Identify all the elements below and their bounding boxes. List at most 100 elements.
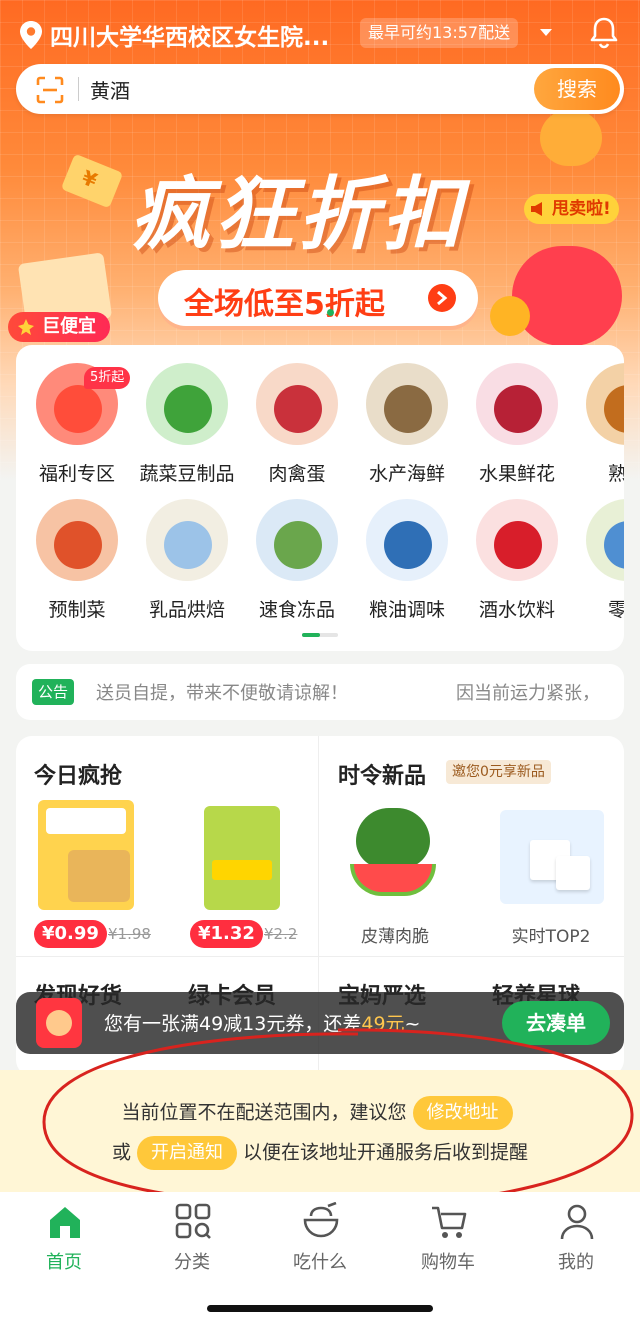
big-deal-tag[interactable]: 巨便宜 [8, 312, 110, 342]
category-item[interactable]: 酒水饮料 [462, 499, 572, 621]
search-button[interactable]: 搜索 [534, 68, 620, 110]
announcement-text-continued: 因当前运力紧张， [456, 683, 600, 704]
banner-pill-label: 全场低至5折起 [184, 287, 385, 322]
promo-chip-free-trial[interactable]: 邀您0元享新品 [446, 760, 551, 784]
product-image-watermelon[interactable] [346, 808, 438, 900]
product-image-tofu[interactable] [500, 810, 604, 904]
out-of-range-or: 或 [111, 1141, 131, 1164]
caret-down-icon[interactable] [540, 29, 552, 36]
category-label: 蔬菜豆制品 [139, 463, 235, 485]
category-image [476, 363, 558, 445]
megaphone-decoration [512, 246, 622, 346]
category-image [256, 499, 338, 581]
tab-item[interactable]: 首页 [0, 1202, 128, 1278]
price-tag: ¥1.32 [190, 920, 263, 948]
tab-label: 分类 [174, 1252, 210, 1273]
profile-icon [560, 1204, 594, 1240]
promo-title-seasonal[interactable]: 时令新品 [338, 758, 426, 790]
product-image-snack-pack[interactable] [204, 806, 280, 910]
banner-cta-pill[interactable]: 全场低至5折起 [158, 270, 478, 326]
category-label: 水果鲜花 [478, 463, 555, 485]
category-image [476, 499, 558, 581]
search-bar: 搜索 [16, 64, 624, 114]
tab-label: 首页 [46, 1252, 82, 1273]
category-item[interactable]: 水产海鲜 [352, 363, 462, 485]
category-label: 酒水饮料 [478, 599, 555, 621]
announcement-bar[interactable]: 公告 送员自提，带来不便敬请谅解！ 因当前运力紧张， [16, 664, 624, 720]
category-label: 速食冻品 [258, 599, 335, 621]
category-item[interactable]: 乳品烘焙 [132, 499, 242, 621]
category-image [36, 499, 118, 581]
announcement-tag: 公告 [32, 679, 75, 705]
product-image-noodles[interactable] [38, 800, 134, 910]
category-image [366, 363, 448, 445]
out-of-range-line1: 当前位置不在配送范围内，建议您 修改地址 [0, 1096, 640, 1130]
original-price: ¥1.98 [108, 925, 151, 943]
category-image [366, 499, 448, 581]
coin-decoration [490, 296, 530, 336]
category-label: 乳品烘焙 [148, 599, 225, 621]
delivery-address[interactable]: 四川大学华西校区女生院... [50, 18, 350, 52]
tab-label: 我的 [558, 1252, 594, 1273]
megaphone-icon [531, 202, 542, 216]
tab-label: 购物车 [421, 1252, 475, 1273]
coupon-amount: 49元 [361, 1013, 405, 1035]
category-item[interactable]: 5折起福利专区 [22, 363, 132, 485]
tab-item[interactable]: 购物车 [384, 1202, 512, 1278]
category-label: 肉禽蛋 [268, 463, 326, 485]
tab-item[interactable]: 吃什么 [256, 1202, 384, 1278]
coupon-icon [36, 998, 82, 1048]
scan-icon[interactable] [36, 76, 64, 104]
category-item[interactable]: 粮油调味 [352, 499, 462, 621]
tab-label: 吃什么 [293, 1252, 347, 1273]
category-image [146, 363, 228, 445]
big-deal-label: 巨便宜 [42, 316, 96, 337]
location-pin-icon [20, 21, 42, 49]
category-item[interactable]: 肉禽蛋 [242, 363, 352, 485]
category-page-indicator-active [302, 633, 320, 637]
search-input[interactable] [90, 72, 510, 106]
add-items-button[interactable]: 去凑单 [502, 1001, 610, 1045]
category-item[interactable]: 速食冻品 [242, 499, 352, 621]
category-item[interactable]: 蔬菜豆制品 [132, 363, 242, 485]
category-grid-icon [175, 1203, 211, 1239]
home-icon [50, 1207, 80, 1238]
enable-notification-button[interactable]: 开启通知 [137, 1136, 237, 1170]
promo-divider-horizontal [16, 956, 624, 957]
category-label: 粮油调味 [368, 599, 445, 621]
product-caption: 实时TOP2 [511, 927, 591, 947]
coupon-bar[interactable]: 您有一张满49减13元券，还差49元~ 去凑单 [16, 992, 624, 1054]
category-item[interactable]: 水果鲜花 [462, 363, 572, 485]
promo-title-flash-sale[interactable]: 今日疯抢 [34, 758, 122, 790]
category-image [256, 363, 338, 445]
tab-item[interactable]: 我的 [512, 1202, 640, 1278]
delivery-eta[interactable]: 最早可约13:57配送 [360, 18, 519, 48]
coupon-text-after: ~ [404, 1013, 421, 1035]
category-label: 福利专区 [38, 463, 115, 485]
out-of-range-notice: 当前位置不在配送范围内，建议您 修改地址 或开启通知 以便在该地址开通服务后收到提醒 [0, 1070, 640, 1192]
location-bar: 四川大学华西校区女生院... 最早可约13:57配送 [0, 0, 640, 66]
category-card: 5折起福利专区蔬菜豆制品肉禽蛋水产海鲜水果鲜花熟食预制菜乳品烘焙速食冻品粮油调味… [16, 345, 624, 651]
category-item[interactable]: 零食 [572, 499, 624, 621]
search-divider [78, 77, 79, 101]
announcement-text: 送员自提，带来不便敬请谅解！ [96, 683, 348, 704]
bell-icon[interactable] [588, 16, 620, 50]
category-image [146, 499, 228, 581]
product-caption: 皮薄肉脆 [361, 927, 429, 947]
banner-badge-label: 甩卖啦! [552, 199, 611, 219]
chevron-right-icon [428, 284, 456, 312]
category-discount-tag: 5折起 [84, 367, 131, 389]
modify-address-button[interactable]: 修改地址 [412, 1096, 513, 1130]
tab-item[interactable]: 分类 [128, 1202, 256, 1278]
category-label: 预制菜 [48, 599, 106, 621]
category-item[interactable]: 熟食 [572, 363, 624, 485]
category-item[interactable]: 预制菜 [22, 499, 132, 621]
category-image [586, 499, 624, 581]
out-of-range-line2: 或开启通知 以便在该地址开通服务后收到提醒 [0, 1136, 640, 1170]
out-of-range-message: 当前位置不在配送范围内，建议您 [121, 1101, 407, 1124]
out-of-range-hint: 以便在该地址开通服务后收到提醒 [243, 1141, 529, 1164]
category-page-indicator [302, 633, 338, 637]
sparkle-icon [18, 319, 34, 335]
coupon-text: 您有一张满49减13元券，还差49元~ [104, 1009, 420, 1036]
price-tag: ¥0.99 [34, 920, 107, 948]
